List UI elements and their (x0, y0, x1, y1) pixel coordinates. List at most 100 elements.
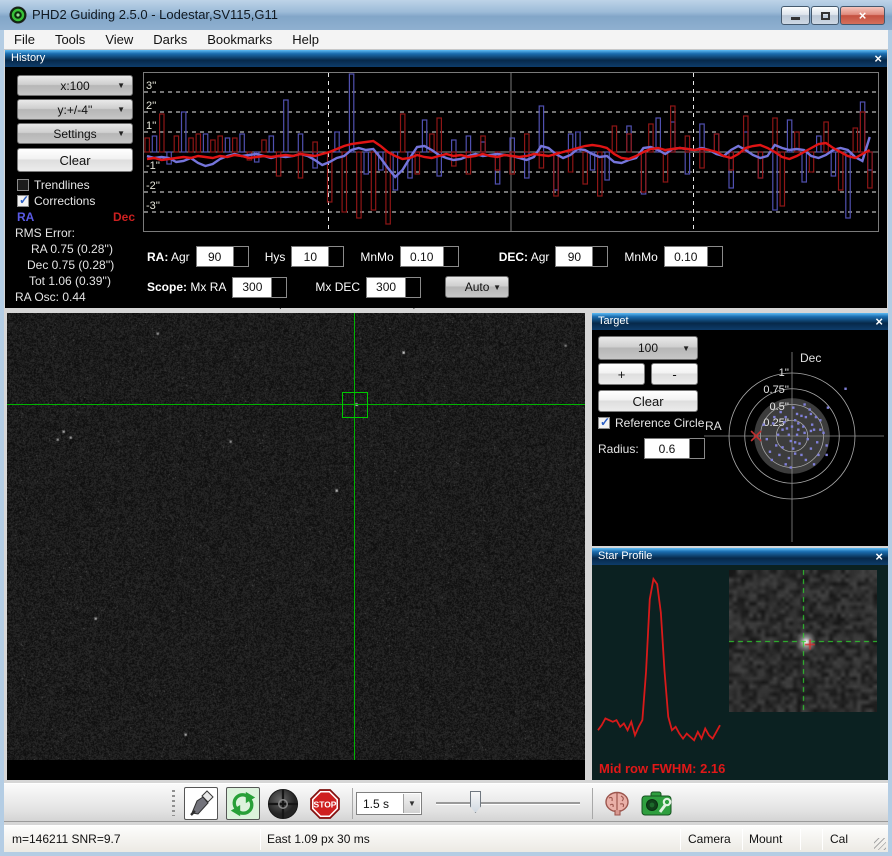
spin-down-icon[interactable]: ▼ (272, 296, 286, 314)
begin-guiding-button[interactable] (266, 787, 300, 820)
menu-bookmarks[interactable]: Bookmarks (197, 30, 282, 50)
minimize-button[interactable] (781, 6, 810, 25)
spin-up-icon[interactable]: ▲ (234, 247, 248, 265)
stop-button[interactable]: STOP (308, 787, 342, 820)
star-lock-box (342, 392, 368, 418)
exposure-duration-dropdown[interactable]: 1.5 s ▼ (356, 792, 422, 815)
ra-aggression-spinner[interactable]: 90 ▲▼ (196, 246, 249, 267)
resize-grip[interactable] (874, 838, 886, 850)
corrections-checkbox[interactable]: ✓ Corrections (17, 194, 95, 208)
rms-ra-value: RA 0.75 (0.28'') (31, 242, 113, 256)
x-scale-dropdown[interactable]: x:100 ▼ (17, 75, 133, 96)
close-button[interactable]: × (840, 6, 885, 25)
history-panel: History × x:100 ▼ y:+/-4'' ▼ Settings ▼ … (5, 50, 887, 308)
menu-help[interactable]: Help (282, 30, 329, 50)
chevron-down-icon: ▼ (117, 129, 125, 138)
crosshair-vertical-line (354, 313, 355, 760)
menu-file[interactable]: File (4, 30, 45, 50)
guide-camera-view[interactable] (7, 313, 585, 780)
menu-darks[interactable]: Darks (143, 30, 197, 50)
loop-exposures-button[interactable] (226, 787, 260, 820)
toolbar-grip[interactable] (172, 790, 175, 816)
max-dec-label: Mx DEC (315, 280, 360, 294)
dec-minmove-spinner[interactable]: 0.10 ▲▼ (664, 246, 723, 267)
camera-status: Camera (688, 832, 731, 846)
dec-param-label: DEC: (499, 250, 528, 264)
toolbar-separator (352, 788, 353, 819)
rms-dec-value: Dec 0.75 (0.28'') (27, 258, 114, 272)
spin-up-icon[interactable]: ▲ (272, 278, 286, 296)
svg-text:1'': 1'' (146, 120, 156, 132)
star-mass-snr-status: m=146211 SNR=9.7 (12, 832, 121, 846)
star-profile-panel-header[interactable]: Star Profile × (592, 548, 888, 565)
clear-history-button[interactable]: Clear (17, 148, 133, 172)
trendlines-checkbox[interactable]: Trendlines (17, 178, 90, 192)
dec-legend-label: Dec (113, 210, 135, 224)
chevron-down-icon: ▼ (117, 105, 125, 114)
statusbar-separator (742, 829, 743, 850)
svg-text:STOP: STOP (314, 799, 337, 809)
spin-up-icon[interactable]: ▲ (329, 247, 343, 265)
star-profile-panel-title: Star Profile (598, 550, 652, 562)
target-scatter-plot: 0.25''0.5''0.75''1''DecRA (592, 330, 888, 546)
target-panel-body: 100 ▼ + - Clear ✓ Reference Circle Radiu… (592, 330, 888, 546)
svg-text:RA: RA (705, 419, 722, 433)
spin-up-icon[interactable]: ▲ (708, 247, 722, 265)
spin-up-icon[interactable]: ▲ (444, 247, 458, 265)
maximize-icon (821, 12, 830, 20)
history-panel-header[interactable]: History × (5, 50, 887, 67)
dec-guide-mode-dropdown[interactable]: Auto ▼ (445, 276, 509, 298)
gamma-slider-track[interactable] (436, 802, 580, 805)
chevron-down-icon: ▼ (493, 283, 501, 292)
close-icon: × (859, 8, 867, 23)
svg-text:-2'': -2'' (146, 180, 160, 192)
guide-camera-canvas[interactable] (7, 313, 585, 760)
maximize-button[interactable] (811, 6, 839, 25)
history-panel-body: x:100 ▼ y:+/-4'' ▼ Settings ▼ Clear Tren… (5, 67, 887, 308)
target-panel-header[interactable]: Target × (592, 313, 888, 330)
loop-arrows-icon (228, 789, 258, 819)
y-scale-dropdown[interactable]: y:+/-4'' ▼ (17, 99, 133, 120)
menu-tools[interactable]: Tools (45, 30, 95, 50)
titlebar[interactable]: PHD2 Guiding 2.5.0 - Lodestar,SV115,G11 … (0, 0, 892, 30)
guide-target-icon (267, 787, 299, 821)
max-dec-spinner[interactable]: 300 ▲▼ (366, 277, 421, 298)
scope-params-row: Scope: Mx RA 300 ▲▼ Mx DEC 300 ▲▼ Auto ▼ (147, 276, 509, 298)
advanced-settings-button[interactable] (602, 789, 632, 824)
spin-up-icon[interactable]: ▲ (593, 247, 607, 265)
svg-text:Dec: Dec (800, 351, 821, 365)
settings-dropdown[interactable]: Settings ▼ (17, 123, 133, 144)
camera-settings-button[interactable] (640, 789, 674, 824)
phd2-window: PHD2 Guiding 2.5.0 - Lodestar,SV115,G11 … (0, 0, 892, 856)
menu-view[interactable]: View (95, 30, 143, 50)
dec-minmove-label: MnMo (624, 250, 657, 264)
ra-minmove-spinner[interactable]: 0.10 ▲▼ (400, 246, 459, 267)
gamma-slider-thumb[interactable] (470, 791, 481, 813)
toolbar-separator (592, 788, 593, 819)
history-close-icon[interactable]: × (874, 50, 882, 67)
dec-aggression-spinner[interactable]: 90 ▲▼ (555, 246, 608, 267)
spin-up-icon[interactable]: ▲ (406, 278, 420, 296)
menubar: File Tools View Darks Bookmarks Help (4, 30, 888, 50)
star-profile-close-icon[interactable]: × (875, 548, 883, 565)
checkbox-checked[interactable]: ✓ (17, 195, 29, 207)
target-panel: Target × 100 ▼ + - Clear ✓ Reference Cir… (592, 313, 888, 546)
connect-equipment-button[interactable] (184, 787, 218, 820)
rms-tot-value: Tot 1.06 (0.39'') (29, 274, 111, 288)
spin-down-icon[interactable]: ▼ (593, 265, 607, 283)
fwhm-readout: Mid row FWHM: 2.16 (599, 761, 725, 776)
spin-down-icon[interactable]: ▼ (708, 265, 722, 283)
checkbox-unchecked[interactable] (17, 179, 29, 191)
svg-text:-1'': -1'' (146, 160, 160, 172)
statusbar-separator (680, 829, 681, 850)
cal-status: Cal (830, 832, 848, 846)
star-zoom-image (729, 570, 877, 712)
camera-wrench-icon (640, 789, 674, 819)
spin-down-icon[interactable]: ▼ (406, 296, 420, 314)
hysteresis-label: Hys (265, 250, 286, 264)
target-close-icon[interactable]: × (875, 313, 883, 330)
hysteresis-spinner[interactable]: 10 ▲▼ (291, 246, 344, 267)
ra-legend-label: RA (17, 210, 34, 224)
max-ra-spinner[interactable]: 300 ▲▼ (232, 277, 287, 298)
star-profile-panel: Star Profile × Mid row FWHM: 2.16 (592, 548, 888, 780)
